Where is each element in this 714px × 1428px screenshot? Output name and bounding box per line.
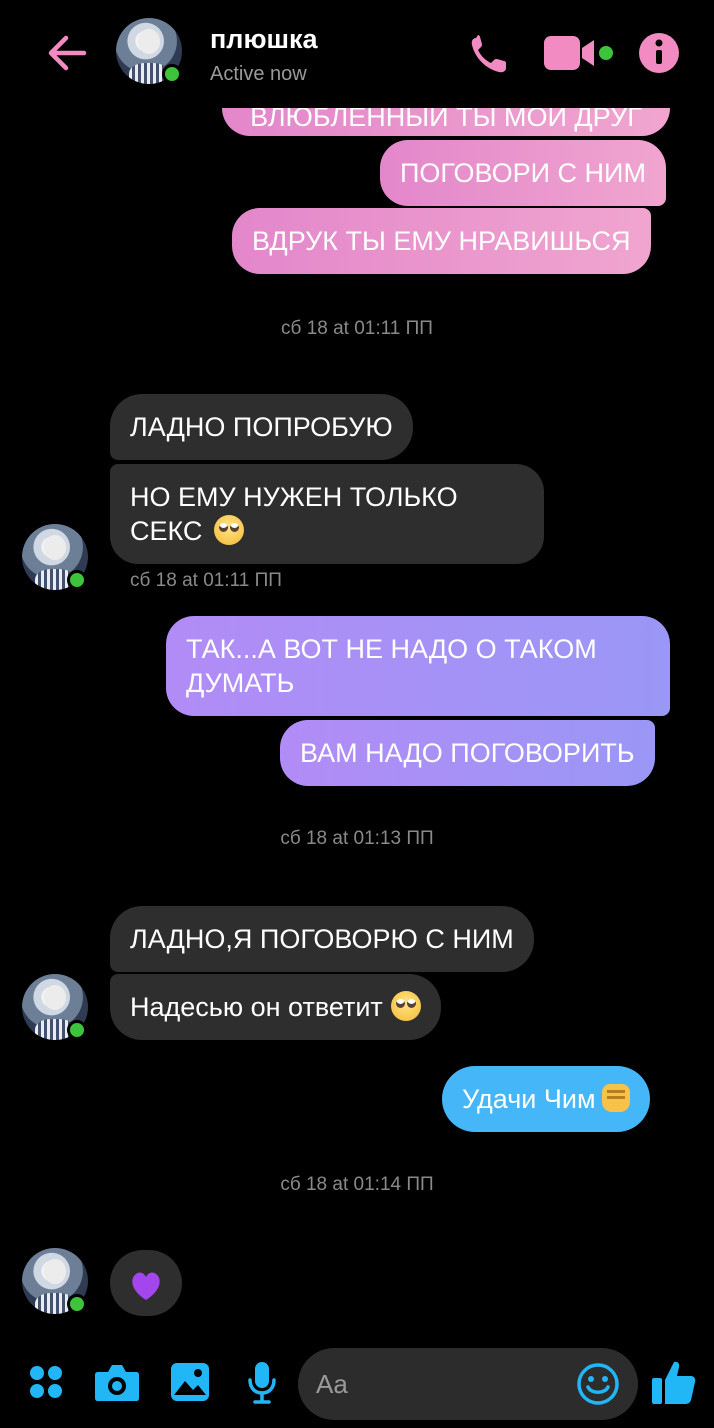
message-incoming[interactable]: ЛАДНО ПОПРОБУЮ	[110, 394, 413, 460]
online-indicator	[67, 1020, 87, 1040]
online-indicator	[67, 1294, 87, 1314]
message-outgoing[interactable]: ПОГОВОРИ С НИМ	[380, 140, 666, 206]
timestamp: сб 18 at 01:11 ПП	[281, 318, 433, 339]
microphone-icon[interactable]	[246, 1360, 278, 1406]
eye-roll-emoji	[213, 515, 244, 545]
timestamp: сб 18 at 01:13 ПП	[280, 828, 434, 849]
message-input[interactable]	[316, 1364, 566, 1404]
phone-icon[interactable]	[466, 30, 512, 76]
back-arrow-icon[interactable]	[44, 30, 90, 76]
contact-name[interactable]: плюшка	[210, 24, 318, 55]
camera-icon[interactable]	[94, 1362, 140, 1402]
message-outgoing[interactable]: ВДРУК ТЫ ЕМУ НРАВИШЬСЯ	[232, 208, 651, 274]
purple-heart-icon	[132, 1272, 160, 1300]
apps-icon[interactable]	[28, 1364, 64, 1400]
chat-header: плюшка Active now	[0, 0, 714, 108]
thumbs-up-icon[interactable]	[650, 1358, 698, 1406]
online-indicator	[162, 64, 182, 84]
fist-emoji	[601, 1084, 630, 1112]
contact-status: Active now	[210, 63, 307, 85]
message-outgoing[interactable]: ТАК...А ВОТ НЕ НАДО О ТАКОМ ДУМАТЬ	[166, 616, 670, 716]
message-incoming[interactable]: ЛАДНО,Я ПОГОВОРЮ С НИМ	[110, 906, 534, 972]
message-incoming[interactable]: НО ЕМУ НУЖЕН ТОЛЬКО СЕКС	[110, 464, 544, 564]
info-icon[interactable]	[638, 32, 680, 74]
timestamp: сб 18 at 01:14 ПП	[280, 1174, 434, 1195]
timestamp: сб 18 at 01:11 ПП	[130, 570, 282, 591]
message-input-box[interactable]	[298, 1348, 638, 1420]
video-camera-icon[interactable]	[542, 34, 614, 72]
message-outgoing[interactable]: Удачи Чим	[442, 1066, 650, 1132]
emoji-icon[interactable]	[576, 1362, 620, 1406]
online-indicator	[67, 570, 87, 590]
gallery-icon[interactable]	[170, 1362, 210, 1402]
message-incoming[interactable]: Надесью он ответит	[110, 974, 441, 1040]
composer-bar	[0, 1340, 714, 1428]
message-incoming-heart[interactable]	[110, 1250, 182, 1316]
message-outgoing[interactable]: ВАМ НАДО ПОГОВОРИТЬ	[280, 720, 655, 786]
eye-roll-emoji	[390, 991, 421, 1021]
